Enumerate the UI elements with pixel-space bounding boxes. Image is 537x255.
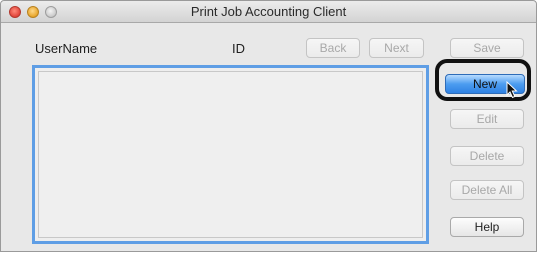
save-button[interactable]: Save bbox=[450, 38, 524, 58]
edit-button[interactable]: Edit bbox=[450, 109, 524, 129]
user-list[interactable] bbox=[32, 65, 429, 244]
next-button[interactable]: Next bbox=[369, 38, 424, 58]
app-window: Print Job Accounting Client UserName ID … bbox=[0, 0, 537, 252]
help-button[interactable]: Help bbox=[450, 217, 524, 237]
mouse-pointer-icon bbox=[506, 81, 518, 99]
delete-button[interactable]: Delete bbox=[450, 146, 524, 166]
column-header-username: UserName bbox=[35, 41, 98, 56]
window-title: Print Job Accounting Client bbox=[190, 4, 347, 19]
column-header-id: ID bbox=[232, 41, 245, 56]
title-bar: Print Job Accounting Client bbox=[1, 1, 536, 23]
delete-all-button[interactable]: Delete All bbox=[450, 180, 524, 200]
user-list-content bbox=[38, 71, 423, 238]
back-button[interactable]: Back bbox=[306, 38, 360, 58]
